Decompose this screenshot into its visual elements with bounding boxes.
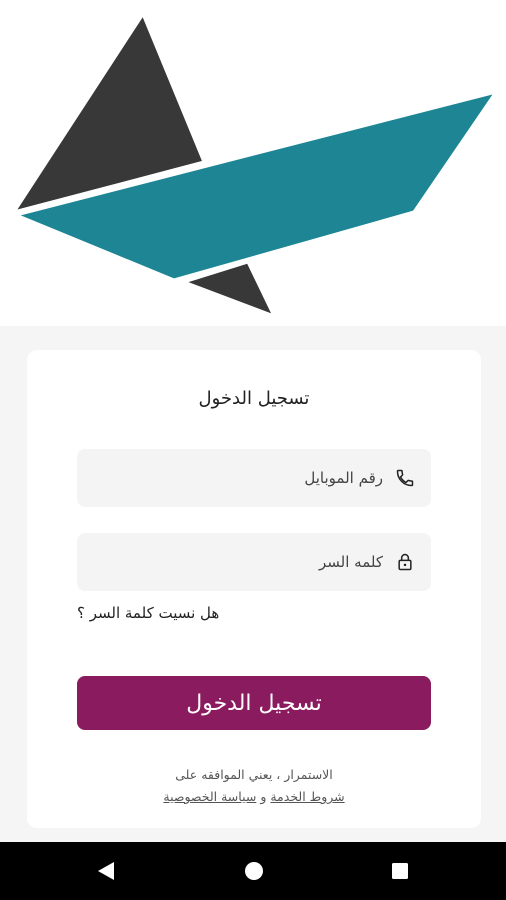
app-logo — [10, 10, 500, 319]
nav-home-button[interactable] — [226, 842, 282, 900]
password-field[interactable] — [77, 533, 431, 591]
terms-links-row: شروط الخدمة و سياسة الخصوصية — [27, 786, 481, 808]
back-triangle-icon — [98, 862, 114, 880]
phone-icon — [395, 468, 415, 488]
phone-input[interactable] — [93, 449, 383, 507]
android-navigation-bar — [0, 842, 506, 900]
consent-text: الاستمرار ، يعني الموافقه على — [175, 767, 333, 782]
terms-notice: الاستمرار ، يعني الموافقه على شروط الخدم… — [27, 764, 481, 808]
nav-back-button[interactable] — [78, 842, 134, 900]
privacy-policy-link[interactable]: سياسة الخصوصية — [163, 789, 256, 804]
forgot-password-link[interactable]: هل نسيت كلمة السر ؟ — [77, 604, 219, 622]
recents-square-icon — [392, 863, 408, 879]
and-word: و — [260, 789, 267, 804]
login-button[interactable]: تسجيل الدخول — [77, 676, 431, 730]
home-circle-icon — [245, 862, 263, 880]
nav-recents-button[interactable] — [372, 842, 428, 900]
lock-icon — [395, 552, 415, 572]
login-title: تسجيل الدخول — [198, 388, 310, 409]
password-input[interactable] — [93, 533, 383, 591]
login-card: تسجيل الدخول هل نسيت كلمة السر ؟ تسجيل ا… — [27, 350, 481, 828]
phone-field[interactable] — [77, 449, 431, 507]
terms-of-service-link[interactable]: شروط الخدمة — [270, 789, 344, 804]
logo-area — [0, 0, 506, 326]
